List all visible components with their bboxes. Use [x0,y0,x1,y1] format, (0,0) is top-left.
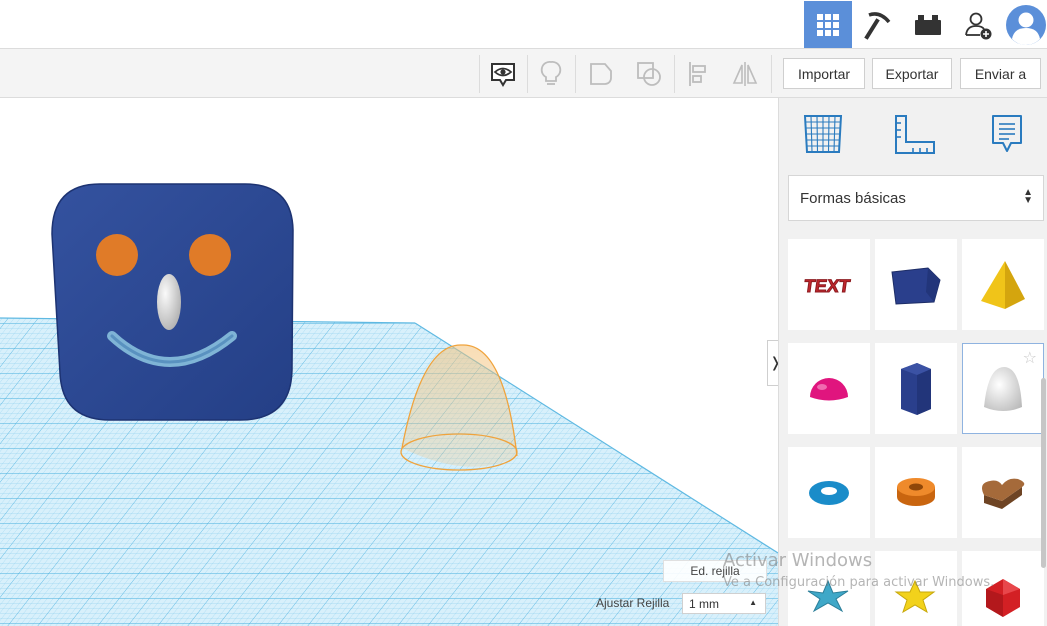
favorite-star-icon[interactable]: ☆ [1023,348,1037,367]
edit-toolbar: Importar Exportar Enviar a [0,49,1047,98]
lightbulb-icon[interactable] [528,55,574,93]
snap-grid-label: Ajustar Rejilla [596,596,670,610]
pickaxe-icon[interactable] [854,1,902,48]
user-avatar[interactable] [1004,1,1047,48]
grid-view-icon[interactable] [804,1,852,48]
polygon-shape[interactable] [875,343,957,434]
group-shape-icon[interactable] [578,55,624,93]
workplane-canvas[interactable] [0,98,778,626]
toolbar-divider [575,55,576,93]
workplane[interactable]: Ed. rejilla Ajustar Rejilla 1 mm ▲ [0,98,778,626]
panel-scrollbar[interactable] [1041,378,1046,568]
smiley-box-shape[interactable] [51,183,294,421]
heart-shape[interactable] [962,447,1044,538]
text-shape[interactable]: TEXT [788,239,870,330]
ruler-icon[interactable] [890,110,938,158]
workplane-grid-icon[interactable] [799,110,847,158]
add-user-icon[interactable] [954,1,1002,48]
caret-up-icon: ▲ [749,598,757,607]
paraboloid-shape[interactable]: ☆ [962,343,1044,434]
torus-shape[interactable] [788,447,870,538]
send-to-button[interactable]: Enviar a [960,58,1041,89]
snap-grid-select[interactable]: 1 mm ▲ [682,593,766,614]
snap-grid-value: 1 mm [689,596,719,611]
align-icon[interactable] [675,55,721,93]
export-button[interactable]: Exportar [872,58,952,89]
shapes-panel: Formas básicas ▲ ▼ TEXT ☆ [778,98,1047,626]
top-bar [0,0,1047,49]
svg-text:TEXT: TEXT [803,276,852,296]
mirror-icon[interactable] [722,55,768,93]
activation-watermark-title: Activar Windows [723,550,873,571]
brick-icon[interactable] [904,1,952,48]
toolbar-divider [771,55,772,93]
sort-arrows-icon: ▲ ▼ [1023,187,1033,206]
pyramid-shape[interactable] [962,239,1044,330]
shape-category-select[interactable]: Formas básicas ▲ ▼ [788,175,1044,221]
show-icon[interactable] [480,55,526,93]
ungroup-shape-icon[interactable] [626,55,672,93]
activation-watermark-subtitle: Ve a Configuración para activar Windows. [723,575,995,590]
box-shape[interactable] [875,239,957,330]
tube-shape[interactable] [875,447,957,538]
import-button[interactable]: Importar [783,58,865,89]
shape-category-label: Formas básicas [800,189,906,207]
half-sphere-shape[interactable] [788,343,870,434]
notes-icon[interactable] [983,110,1031,158]
